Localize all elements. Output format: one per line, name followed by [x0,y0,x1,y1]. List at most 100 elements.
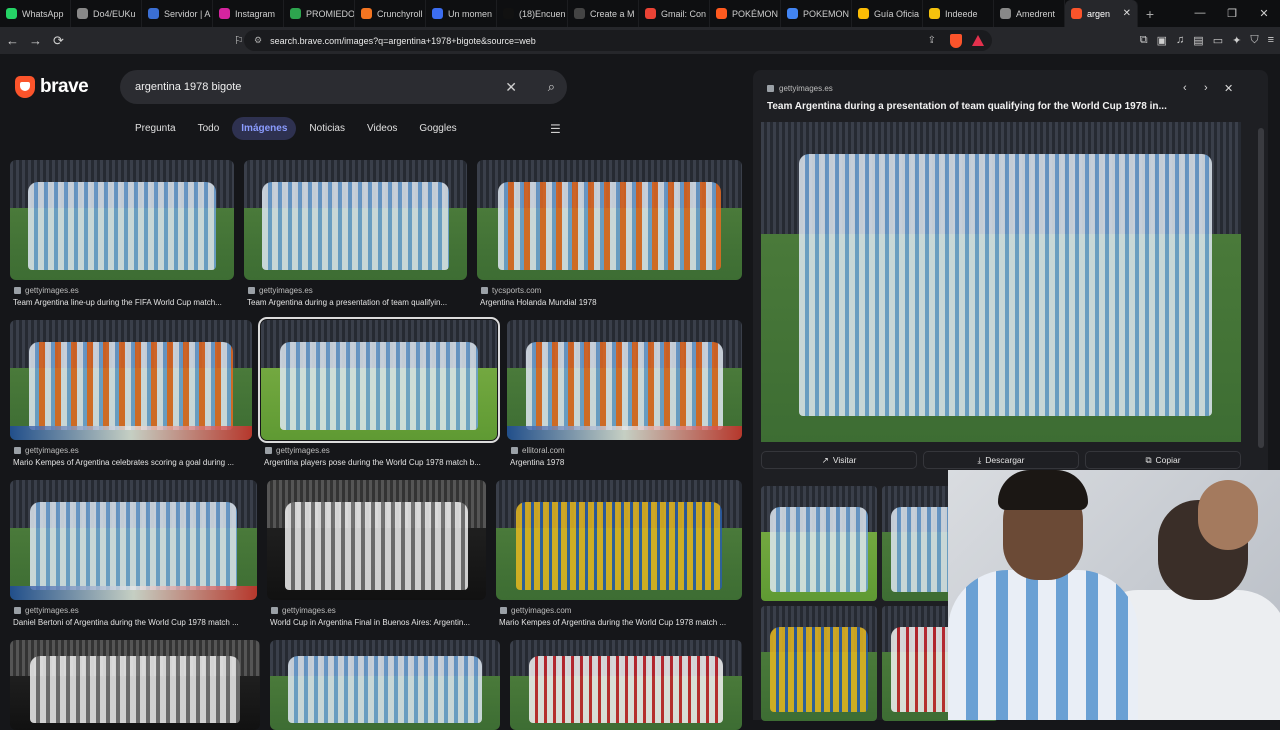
brave-shields-icon[interactable] [950,33,962,48]
close-detail-icon[interactable]: ✕ [1224,82,1233,95]
browser-tab[interactable]: Crunchyroll [355,0,426,27]
result-source[interactable]: gettyimages.es [271,606,336,615]
result-thumbnail[interactable] [510,640,742,730]
filter-settings-icon[interactable]: ☰ [550,122,561,136]
tab-close-icon[interactable]: ✕ [1123,8,1131,19]
browser-tab[interactable]: POKÉMON [710,0,781,27]
extensions-icon[interactable]: ⧉ [1140,34,1148,47]
result-source[interactable]: tycsports.com [481,286,541,295]
result-source[interactable]: ellitoral.com [511,446,565,455]
result-thumbnail[interactable] [10,160,234,280]
download-icon: ⤓ [977,454,982,465]
result-thumbnail[interactable] [10,640,260,730]
result-source[interactable]: gettyimages.es [14,606,79,615]
sidebar-icon[interactable]: ▤ [1193,34,1203,47]
search-tab[interactable]: Goggles [410,117,465,140]
tab-favicon-icon [290,8,301,19]
search-tab[interactable]: Noticias [300,117,354,140]
related-image[interactable] [761,486,877,601]
search-tab[interactable]: Videos [358,117,406,140]
result-thumbnail[interactable] [477,160,742,280]
result-thumbnail[interactable] [496,480,742,600]
result-source[interactable]: gettyimages.es [265,446,330,455]
site-info-icon[interactable]: ⚙ [254,35,262,46]
result-caption[interactable]: Mario Kempes of Argentina during the Wor… [499,618,745,627]
result-caption[interactable]: Team Argentina line-up during the FIFA W… [13,298,237,307]
browser-tab[interactable]: WhatsApp [0,0,71,27]
visit-button[interactable]: ↗ Visitar [761,451,917,469]
detail-scrollbar[interactable] [1258,128,1264,448]
new-tab-button[interactable]: + [1138,6,1162,22]
tab-strip: WhatsApp Do4/EUKu Servidor | A Instagram PRO… [0,0,1280,27]
browser-tab[interactable]: Guía Oficia [852,0,923,27]
detail-image[interactable] [761,122,1241,442]
browser-tab[interactable]: Instagram [213,0,284,27]
result-caption[interactable]: Argentina Holanda Mundial 1978 [480,298,745,307]
browser-tab[interactable]: Do4/EUKu [71,0,142,27]
browser-tab[interactable]: PROMIEDO [284,0,355,27]
share-icon[interactable]: ⇪ [928,35,936,46]
result-source[interactable]: gettyimages.es [14,446,79,455]
menu-icon[interactable]: ≡ [1268,34,1274,47]
browser-tab[interactable]: Un momen [426,0,497,27]
result-thumbnail[interactable] [10,320,252,440]
result-caption[interactable]: Team Argentina during a presentation of … [247,298,470,307]
previous-image-icon[interactable]: ‹ [1183,82,1187,94]
back-icon[interactable]: ← [2,33,23,48]
tab-label: argen [1087,8,1111,19]
window-close-icon[interactable]: ✕ [1248,7,1280,20]
vpn-icon[interactable]: ⛉ [1250,34,1258,47]
url-text: search.brave.com/images?q=argentina+1978… [270,35,536,46]
detail-actions: ↗ Visitar ⤓ Descargar ⧉ Copiar [761,451,1241,469]
related-image[interactable] [761,606,877,721]
restore-icon[interactable]: ❐ [1216,7,1248,20]
clear-search-icon[interactable]: ✕ [505,79,517,96]
result-caption[interactable]: World Cup in Argentina Final in Buenos A… [270,618,489,627]
forward-icon[interactable]: → [25,33,46,48]
search-tab[interactable]: Pregunta [126,117,185,140]
browser-tab[interactable]: (18)Encuen [497,0,568,27]
search-tab[interactable]: Todo [189,117,229,140]
browser-tab[interactable]: Amedrent [994,0,1065,27]
result-caption[interactable]: Mario Kempes of Argentina celebrates sco… [13,458,255,467]
result-caption[interactable]: Daniel Bertoni of Argentina during the W… [13,618,260,627]
result-thumbnail[interactable] [507,320,742,440]
next-image-icon[interactable]: › [1204,82,1208,94]
result-caption[interactable]: Argentina players pose during the World … [264,458,500,467]
address-bar[interactable]: ⚐ ⚙ search.brave.com/images?q=argentina+… [234,30,992,51]
result-source-label: gettyimages.es [276,446,330,455]
result-source[interactable]: gettyimages.es [14,286,79,295]
result-source[interactable]: gettyimages.es [248,286,313,295]
download-button[interactable]: ⤓ Descargar [923,451,1079,469]
detail-source[interactable]: gettyimages.es [767,84,833,93]
leo-icon[interactable]: ✦ [1232,34,1241,47]
browser-tab[interactable]: Servidor | A [142,0,213,27]
wallet-icon[interactable]: ▭ [1213,34,1223,47]
tab-label: POKÉMON [732,8,779,19]
copy-button[interactable]: ⧉ Copiar [1085,451,1241,469]
browser-tab[interactable]: Create a M [568,0,639,27]
result-thumbnail[interactable] [244,160,467,280]
reload-icon[interactable]: ⟳ [48,33,69,49]
result-source[interactable]: gettyimages.com [500,606,571,615]
detail-title[interactable]: Team Argentina during a presentation of … [767,101,1207,112]
result-thumbnail[interactable] [10,480,257,600]
bookmark-icon[interactable]: ⚐ [234,34,244,47]
browser-tab[interactable]: argen ✕ [1065,0,1138,27]
brave-logo[interactable]: brave [15,76,89,98]
browser-tab[interactable]: Indeede [923,0,994,27]
result-thumbnail[interactable] [267,480,486,600]
browser-tab[interactable]: Gmail: Con [639,0,710,27]
result-thumbnail[interactable] [270,640,500,730]
result-caption[interactable]: Argentina 1978 [510,458,745,467]
search-tab[interactable]: Imágenes [232,117,297,140]
screenshot-icon[interactable]: ▣ [1157,34,1167,47]
result-thumbnail[interactable] [258,317,500,443]
search-icon[interactable]: ⌕ [548,79,555,95]
search-input[interactable]: argentina 1978 bigote ✕ ⌕ [120,70,567,104]
tab-label: Guía Oficia [874,8,920,19]
browser-tab[interactable]: POKEMON [781,0,852,27]
minimize-icon[interactable]: — [1184,7,1216,20]
brave-rewards-icon[interactable] [972,35,984,46]
media-icon[interactable]: ♫ [1176,34,1184,47]
